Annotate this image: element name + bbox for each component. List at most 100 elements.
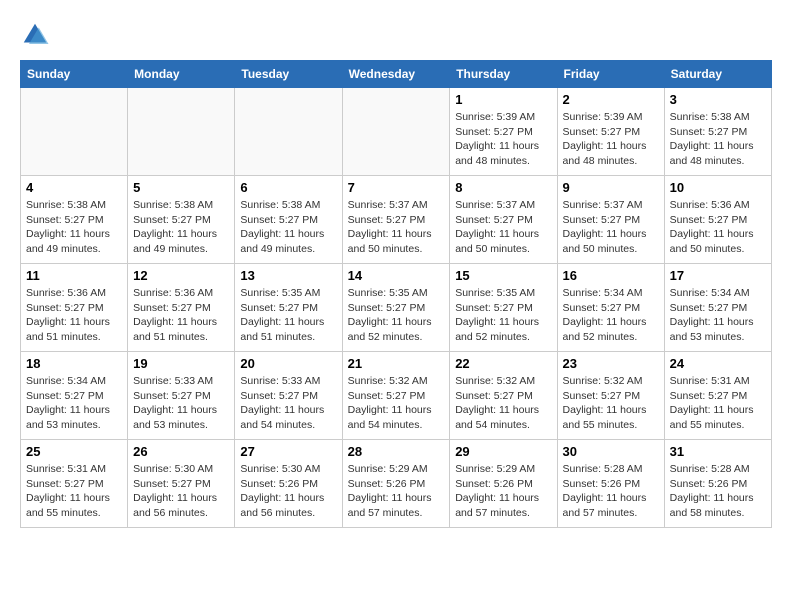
day-number: 25 xyxy=(26,444,122,459)
calendar-cell: 16 Sunrise: 5:34 AM Sunset: 5:27 PM Dayli… xyxy=(557,264,664,352)
day-info: Sunrise: 5:38 AM Sunset: 5:27 PM Dayligh… xyxy=(133,198,229,257)
calendar-cell: 10Sunrise: 5:36 AM Sunset: 5:27 PM Dayli… xyxy=(664,176,771,264)
day-info: Sunrise: 5:28 AM Sunset: 5:26 PM Dayligh… xyxy=(670,462,766,521)
day-number: 10 xyxy=(670,180,766,195)
day-number: 5 xyxy=(133,180,229,195)
calendar-cell: 3 Sunrise: 5:38 AM Sunset: 5:27 PM Daylig… xyxy=(664,88,771,176)
calendar-cell xyxy=(235,88,342,176)
day-number: 7 xyxy=(348,180,445,195)
day-info: Sunrise: 5:35 AM Sunset: 5:27 PM Dayligh… xyxy=(348,286,445,345)
day-number: 30 xyxy=(563,444,659,459)
calendar-cell: 1 Sunrise: 5:39 AM Sunset: 5:27 PM Daylig… xyxy=(450,88,557,176)
day-number: 18 xyxy=(26,356,122,371)
col-header-monday: Monday xyxy=(128,61,235,88)
calendar-cell: 7Sunrise: 5:37 AM Sunset: 5:27 PM Daylig… xyxy=(342,176,450,264)
day-number: 11 xyxy=(26,268,122,283)
calendar-cell: 5 Sunrise: 5:38 AM Sunset: 5:27 PM Daylig… xyxy=(128,176,235,264)
calendar-cell: 17 Sunrise: 5:34 AM Sunset: 5:27 PM Dayli… xyxy=(664,264,771,352)
logo xyxy=(20,20,56,50)
calendar-cell: 30 Sunrise: 5:28 AM Sunset: 5:26 PM Dayli… xyxy=(557,440,664,528)
day-info: Sunrise: 5:34 AM Sunset: 5:27 PM Dayligh… xyxy=(563,286,659,345)
day-number: 2 xyxy=(563,92,659,107)
day-info: Sunrise: 5:29 AM Sunset: 5:26 PM Dayligh… xyxy=(455,462,551,521)
calendar-cell: 6 Sunrise: 5:38 AM Sunset: 5:27 PM Daylig… xyxy=(235,176,342,264)
day-number: 19 xyxy=(133,356,229,371)
calendar-cell: 12Sunrise: 5:36 AM Sunset: 5:27 PM Dayli… xyxy=(128,264,235,352)
day-number: 20 xyxy=(240,356,336,371)
day-number: 31 xyxy=(670,444,766,459)
day-number: 1 xyxy=(455,92,551,107)
day-number: 14 xyxy=(348,268,445,283)
logo-icon xyxy=(20,20,50,50)
calendar-header-row: SundayMondayTuesdayWednesdayThursdayFrid… xyxy=(21,61,772,88)
day-number: 22 xyxy=(455,356,551,371)
day-info: Sunrise: 5:38 AM Sunset: 5:27 PM Dayligh… xyxy=(26,198,122,257)
week-row-1: 1 Sunrise: 5:39 AM Sunset: 5:27 PM Daylig… xyxy=(21,88,772,176)
day-info: Sunrise: 5:31 AM Sunset: 5:27 PM Dayligh… xyxy=(670,374,766,433)
page-header xyxy=(20,20,772,50)
day-number: 26 xyxy=(133,444,229,459)
day-number: 24 xyxy=(670,356,766,371)
col-header-wednesday: Wednesday xyxy=(342,61,450,88)
calendar-cell: 27Sunrise: 5:30 AM Sunset: 5:26 PM Dayli… xyxy=(235,440,342,528)
day-info: Sunrise: 5:30 AM Sunset: 5:27 PM Dayligh… xyxy=(133,462,229,521)
day-info: Sunrise: 5:33 AM Sunset: 5:27 PM Dayligh… xyxy=(240,374,336,433)
calendar-cell: 15 Sunrise: 5:35 AM Sunset: 5:27 PM Dayli… xyxy=(450,264,557,352)
calendar-cell: 21Sunrise: 5:32 AM Sunset: 5:27 PM Dayli… xyxy=(342,352,450,440)
day-info: Sunrise: 5:28 AM Sunset: 5:26 PM Dayligh… xyxy=(563,462,659,521)
day-number: 16 xyxy=(563,268,659,283)
day-info: Sunrise: 5:31 AM Sunset: 5:27 PM Dayligh… xyxy=(26,462,122,521)
day-info: Sunrise: 5:32 AM Sunset: 5:27 PM Dayligh… xyxy=(348,374,445,433)
calendar-cell: 31 Sunrise: 5:28 AM Sunset: 5:26 PM Dayli… xyxy=(664,440,771,528)
day-number: 6 xyxy=(240,180,336,195)
col-header-thursday: Thursday xyxy=(450,61,557,88)
day-info: Sunrise: 5:37 AM Sunset: 5:27 PM Dayligh… xyxy=(455,198,551,257)
day-number: 15 xyxy=(455,268,551,283)
calendar-cell: 20 Sunrise: 5:33 AM Sunset: 5:27 PM Dayli… xyxy=(235,352,342,440)
day-info: Sunrise: 5:34 AM Sunset: 5:27 PM Dayligh… xyxy=(670,286,766,345)
day-info: Sunrise: 5:38 AM Sunset: 5:27 PM Dayligh… xyxy=(670,110,766,169)
calendar-cell: 23Sunrise: 5:32 AM Sunset: 5:27 PM Dayli… xyxy=(557,352,664,440)
day-info: Sunrise: 5:29 AM Sunset: 5:26 PM Dayligh… xyxy=(348,462,445,521)
col-header-saturday: Saturday xyxy=(664,61,771,88)
calendar-cell: 14 Sunrise: 5:35 AM Sunset: 5:27 PM Dayli… xyxy=(342,264,450,352)
day-info: Sunrise: 5:39 AM Sunset: 5:27 PM Dayligh… xyxy=(563,110,659,169)
calendar-cell: 11Sunrise: 5:36 AM Sunset: 5:27 PM Dayli… xyxy=(21,264,128,352)
week-row-5: 25 Sunrise: 5:31 AM Sunset: 5:27 PM Dayli… xyxy=(21,440,772,528)
calendar-cell: 28 Sunrise: 5:29 AM Sunset: 5:26 PM Dayli… xyxy=(342,440,450,528)
calendar-cell xyxy=(342,88,450,176)
day-info: Sunrise: 5:34 AM Sunset: 5:27 PM Dayligh… xyxy=(26,374,122,433)
day-info: Sunrise: 5:36 AM Sunset: 5:27 PM Dayligh… xyxy=(133,286,229,345)
week-row-2: 4 Sunrise: 5:38 AM Sunset: 5:27 PM Daylig… xyxy=(21,176,772,264)
calendar-cell: 9Sunrise: 5:37 AM Sunset: 5:27 PM Daylig… xyxy=(557,176,664,264)
calendar-cell: 24 Sunrise: 5:31 AM Sunset: 5:27 PM Dayli… xyxy=(664,352,771,440)
day-info: Sunrise: 5:33 AM Sunset: 5:27 PM Dayligh… xyxy=(133,374,229,433)
day-info: Sunrise: 5:32 AM Sunset: 5:27 PM Dayligh… xyxy=(455,374,551,433)
day-number: 9 xyxy=(563,180,659,195)
calendar-table: SundayMondayTuesdayWednesdayThursdayFrid… xyxy=(20,60,772,528)
calendar-cell: 29Sunrise: 5:29 AM Sunset: 5:26 PM Dayli… xyxy=(450,440,557,528)
week-row-3: 11 Sunrise: 5:36 AM Sunset: 5:27 PM Dayli… xyxy=(21,264,772,352)
calendar-cell: 25 Sunrise: 5:31 AM Sunset: 5:27 PM Dayli… xyxy=(21,440,128,528)
calendar-cell: 18 Sunrise: 5:34 AM Sunset: 5:27 PM Dayli… xyxy=(21,352,128,440)
day-info: Sunrise: 5:39 AM Sunset: 5:27 PM Dayligh… xyxy=(455,110,551,169)
day-number: 4 xyxy=(26,180,122,195)
week-row-4: 18 Sunrise: 5:34 AM Sunset: 5:27 PM Dayli… xyxy=(21,352,772,440)
calendar-cell xyxy=(128,88,235,176)
calendar-cell: 22 Sunrise: 5:32 AM Sunset: 5:27 PM Dayli… xyxy=(450,352,557,440)
col-header-friday: Friday xyxy=(557,61,664,88)
calendar-cell: 2 Sunrise: 5:39 AM Sunset: 5:27 PM Daylig… xyxy=(557,88,664,176)
day-number: 28 xyxy=(348,444,445,459)
calendar-cell: 4 Sunrise: 5:38 AM Sunset: 5:27 PM Daylig… xyxy=(21,176,128,264)
day-number: 13 xyxy=(240,268,336,283)
col-header-tuesday: Tuesday xyxy=(235,61,342,88)
day-number: 3 xyxy=(670,92,766,107)
day-number: 23 xyxy=(563,356,659,371)
day-number: 17 xyxy=(670,268,766,283)
calendar-cell: 26 Sunrise: 5:30 AM Sunset: 5:27 PM Dayli… xyxy=(128,440,235,528)
day-number: 27 xyxy=(240,444,336,459)
day-info: Sunrise: 5:35 AM Sunset: 5:27 PM Dayligh… xyxy=(240,286,336,345)
day-info: Sunrise: 5:35 AM Sunset: 5:27 PM Dayligh… xyxy=(455,286,551,345)
day-info: Sunrise: 5:38 AM Sunset: 5:27 PM Dayligh… xyxy=(240,198,336,257)
calendar-cell: 8Sunrise: 5:37 AM Sunset: 5:27 PM Daylig… xyxy=(450,176,557,264)
